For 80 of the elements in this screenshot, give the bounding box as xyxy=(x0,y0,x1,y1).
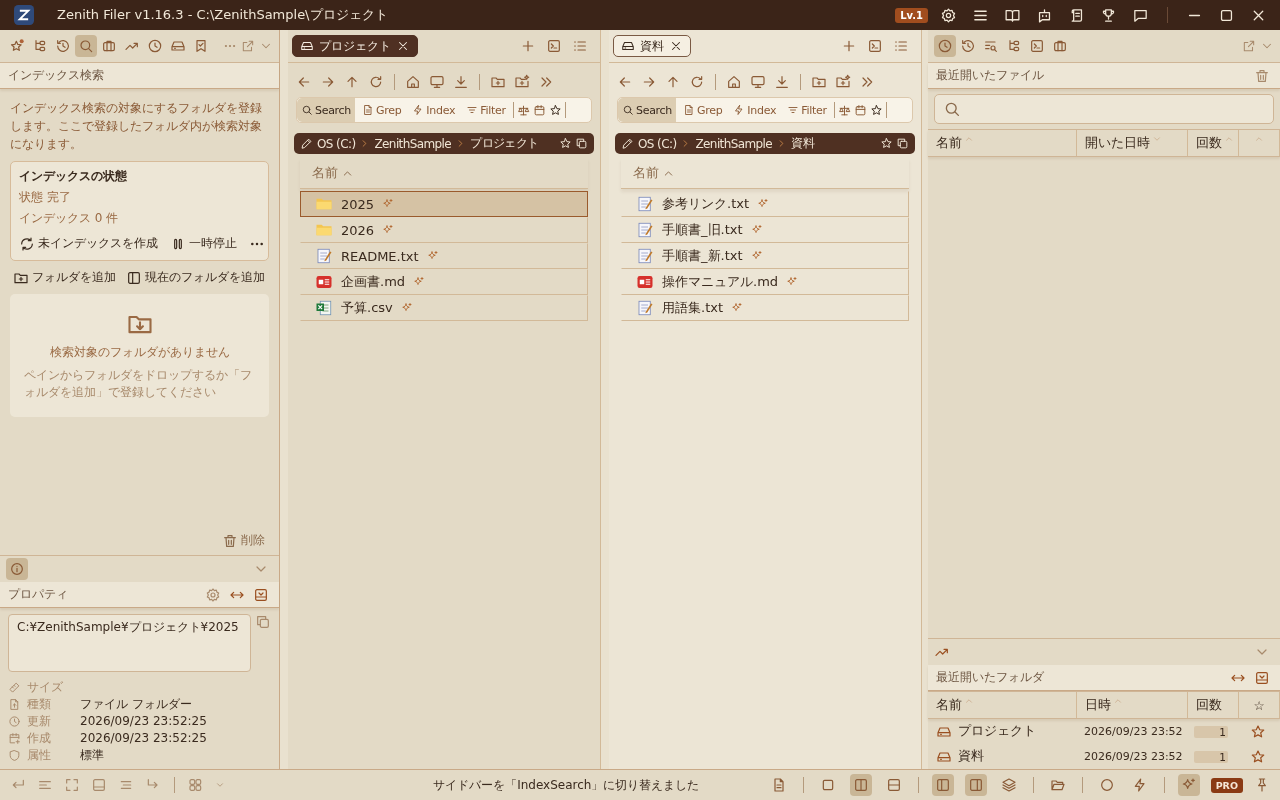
section-title: 最近開いたフォルダ xyxy=(936,669,1044,686)
search-mode-tab[interactable]: Filter xyxy=(462,98,510,122)
breadcrumb-item[interactable]: OS (C:) xyxy=(637,136,678,151)
empty-hint: ペインからフォルダをドロップするか「フォルダを追加」で登録してください xyxy=(23,367,253,401)
breadcrumb-item[interactable]: OS (C:) xyxy=(316,136,357,151)
property-label: 作成 xyxy=(27,729,52,747)
pause-button[interactable]: 一時停止 xyxy=(170,235,237,252)
breadcrumb-item[interactable]: ZenithSample xyxy=(373,136,453,151)
pane-tab[interactable]: 資料 xyxy=(613,35,691,57)
file-row[interactable]: 参考リンク.txt xyxy=(621,191,909,217)
path-field[interactable]: C:¥ZenithSample¥プロジェクト¥2025 xyxy=(8,614,251,672)
file-name: 2026 xyxy=(341,222,375,238)
column-header[interactable]: 開いた日時 xyxy=(1085,134,1150,152)
file-row[interactable]: 2025 xyxy=(300,191,588,217)
search-mode-tab[interactable]: Index xyxy=(408,98,460,122)
file-row[interactable]: 操作マニュアル.md xyxy=(621,269,909,295)
search-mode-tab[interactable]: Search xyxy=(618,98,676,122)
level-badge: Lv.1 xyxy=(895,7,928,23)
column-header[interactable]: 名前 xyxy=(936,696,962,714)
property-label: サイズ xyxy=(27,678,64,696)
pane-tab[interactable]: プロジェクト xyxy=(292,35,418,57)
file-row[interactable]: README.txt xyxy=(300,243,588,269)
folder-name[interactable]: 資料 xyxy=(958,748,984,765)
pro-badge: PRO xyxy=(1210,777,1243,793)
column-header[interactable]: 名前 xyxy=(936,134,962,152)
search-mode-tab[interactable]: Grep xyxy=(358,98,406,122)
search-mode-tab[interactable]: Search xyxy=(297,98,355,122)
window-title: Zenith Filer v1.16.3 - C:\ZenithSample\プロジェクト xyxy=(57,6,388,24)
date-cell: 2026/09/23 23:52 xyxy=(1084,725,1183,738)
add-current-folder-button[interactable]: 現在のフォルダを追加 xyxy=(126,269,265,286)
search-mode-tab[interactable]: Index xyxy=(729,98,781,122)
file-name: 企画書.md xyxy=(341,273,406,291)
column-header[interactable]: 名前 xyxy=(312,164,338,182)
section-title: インデックス検索 xyxy=(8,67,104,84)
column-header[interactable]: 名前 xyxy=(633,164,659,182)
column-header[interactable]: 日時 xyxy=(1085,696,1111,714)
section-title: 最近開いたファイル xyxy=(936,67,1044,84)
delete-button[interactable]: 削除 xyxy=(222,532,265,549)
file-name: 予算.csv xyxy=(341,299,393,317)
folder-name[interactable]: プロジェクト xyxy=(958,723,1036,740)
file-name: README.txt xyxy=(341,248,419,264)
file-name: 参考リンク.txt xyxy=(662,195,750,213)
count-cell: 1 xyxy=(1194,725,1228,738)
description-text: インデックス検索の対象にするフォルダを登録します。ここで登録したフォルダ内が検索対象になります。 xyxy=(10,100,263,153)
file-name: 用語集.txt xyxy=(662,299,724,317)
column-header[interactable]: ☆ xyxy=(1253,697,1265,713)
property-value: 2026/09/23 23:52:25 xyxy=(80,731,207,745)
property-value: ファイル フォルダー xyxy=(80,695,192,713)
date-cell: 2026/09/23 23:52 xyxy=(1084,750,1183,763)
status-message: サイドバーを「IndexSearch」に切り替えました xyxy=(433,776,700,794)
file-name: 操作マニュアル.md xyxy=(662,273,779,291)
property-value: 2026/09/23 23:52:25 xyxy=(80,714,207,728)
index-count: インデックス 0 件 xyxy=(19,210,120,227)
file-row[interactable]: 企画書.md xyxy=(300,269,588,295)
property-value: 標準 xyxy=(80,746,104,764)
file-name: 手順書_新.txt xyxy=(662,247,743,265)
search-mode-tab[interactable]: Filter xyxy=(783,98,831,122)
add-folder-button[interactable]: フォルダを追加 xyxy=(13,269,116,286)
property-label: 更新 xyxy=(27,712,52,730)
column-header[interactable]: 回数 xyxy=(1196,134,1222,152)
breadcrumb-item[interactable]: プロジェクト xyxy=(469,135,540,152)
property-label: 属性 xyxy=(27,746,52,764)
file-row[interactable]: 2026 xyxy=(300,217,588,243)
card-title: インデックスの状態 xyxy=(19,168,128,185)
count-cell: 1 xyxy=(1194,750,1228,763)
column-header[interactable]: 回数 xyxy=(1196,696,1222,714)
empty-title: 検索対象のフォルダがありません xyxy=(49,344,230,361)
rebuild-button[interactable]: 未インデックスを作成 xyxy=(19,235,158,252)
breadcrumb-item[interactable]: 資料 xyxy=(790,135,815,152)
file-row[interactable]: 予算.csv xyxy=(300,295,588,321)
file-row[interactable]: 用語集.txt xyxy=(621,295,909,321)
search-mode-tab[interactable]: Grep xyxy=(679,98,727,122)
file-name: 手順書_旧.txt xyxy=(662,221,743,239)
breadcrumb-item[interactable]: ZenithSample xyxy=(694,136,774,151)
file-name: 2025 xyxy=(341,196,375,212)
status-text: 状態 完了 xyxy=(19,189,72,206)
file-row[interactable]: 手順書_旧.txt xyxy=(621,217,909,243)
section-title: プロパティ xyxy=(8,586,68,603)
file-row[interactable]: 手順書_新.txt xyxy=(621,243,909,269)
property-label: 種類 xyxy=(27,695,52,713)
